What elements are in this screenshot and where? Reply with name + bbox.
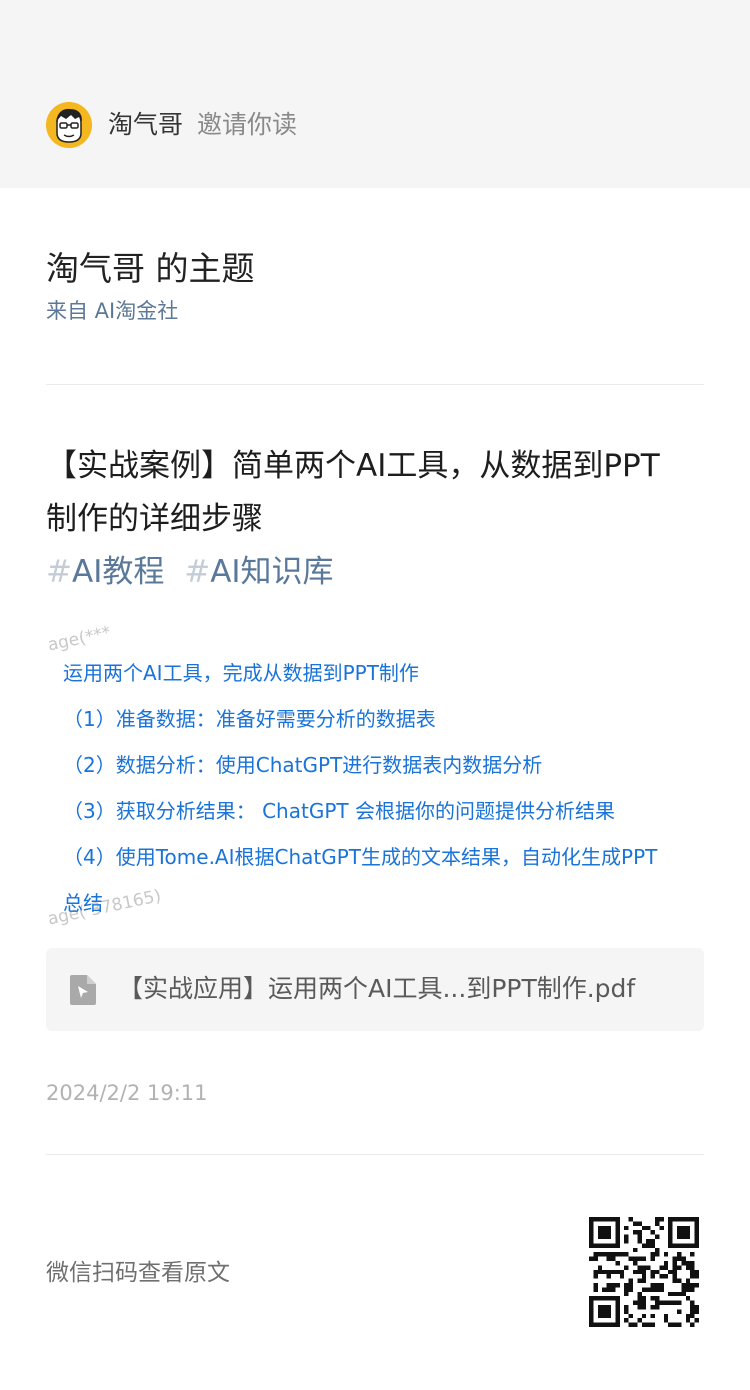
cartoon-face-icon — [46, 102, 92, 148]
body-line[interactable]: （2）数据分析：使用ChatGPT进行数据表内数据分析 — [63, 750, 542, 780]
topic-source[interactable]: 来自 AI淘金社 — [46, 296, 178, 326]
topic-title: 淘气哥 的主题 — [46, 249, 255, 288]
file-name: 【实战应用】运用两个AI工具...到PPT制作.pdf — [118, 974, 636, 1003]
divider — [46, 1154, 704, 1155]
invite-text: 淘气哥 邀请你读 — [108, 108, 297, 142]
body-line[interactable]: （4）使用Tome.AI根据ChatGPT生成的文本结果，自动化生成PPT — [63, 842, 657, 872]
tag-list: #AI教程 #AI知识库 — [46, 546, 706, 599]
body-line[interactable]: （1）准备数据：准备好需要分析的数据表 — [63, 704, 436, 734]
body-line[interactable]: 总结 — [63, 888, 103, 918]
inviter-name[interactable]: 淘气哥 — [108, 110, 183, 139]
tag-ai-tutorial[interactable]: #AI教程 — [46, 554, 164, 590]
avatar[interactable] — [46, 102, 92, 148]
post-body: age(*** age( 378165) 运用两个AI工具，完成从数据到PPT制… — [46, 623, 716, 934]
file-attachment[interactable]: 【实战应用】运用两个AI工具...到PPT制作.pdf — [46, 948, 704, 1031]
body-line[interactable]: 运用两个AI工具，完成从数据到PPT制作 — [63, 658, 419, 688]
qr-code-icon[interactable] — [589, 1217, 699, 1327]
invite-bar: 淘气哥 邀请你读 — [0, 0, 750, 188]
post-title-line: 【实战案例】简单两个AI工具，从数据到PPT — [46, 448, 660, 484]
pdf-file-icon — [70, 975, 96, 1005]
tag-ai-knowledge-base[interactable]: #AI知识库 — [184, 554, 333, 590]
post-title: 【实战案例】简单两个AI工具，从数据到PPT 制作的详细步骤 #AI教程 #AI… — [46, 440, 706, 599]
tag-label: AI知识库 — [210, 554, 334, 590]
scan-hint: 微信扫码查看原文 — [46, 1260, 230, 1286]
divider — [46, 384, 704, 385]
watermark: age(*** — [46, 622, 113, 656]
post-date: 2024/2/2 19:11 — [46, 1081, 208, 1105]
page: 淘气哥 邀请你读 淘气哥 的主题 来自 AI淘金社 【实战案例】简单两个AI工具… — [0, 0, 750, 1390]
invite-suffix: 邀请你读 — [196, 110, 297, 139]
hash-icon: # — [184, 554, 211, 590]
post-title-line: 制作的详细步骤 — [46, 501, 263, 537]
tag-label: AI教程 — [71, 554, 165, 590]
hash-icon: # — [46, 554, 72, 590]
body-line[interactable]: （3）获取分析结果： ChatGPT 会根据你的问题提供分析结果 — [63, 796, 615, 826]
